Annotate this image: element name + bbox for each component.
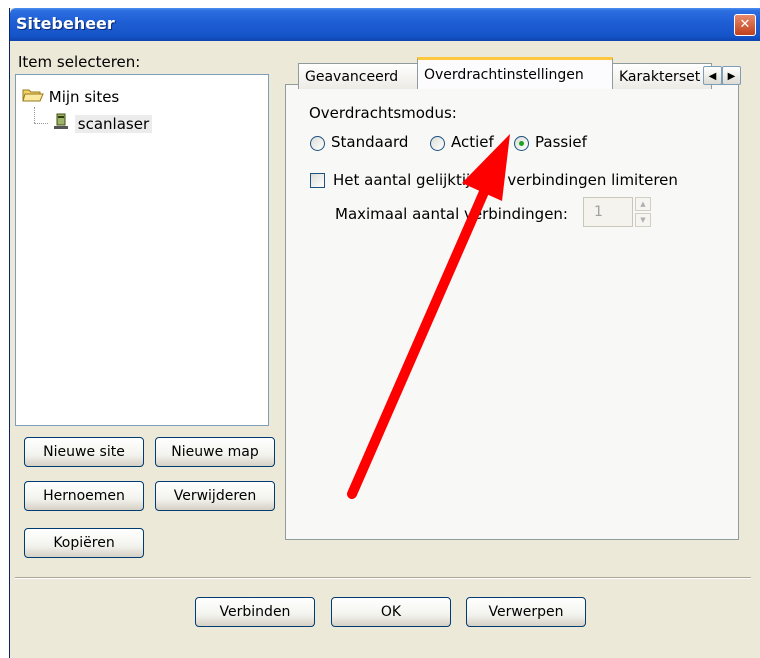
tab-transfer-settings[interactable]: Overdrachtinstellingen: [417, 57, 613, 89]
annotation-arrow-head: [462, 134, 510, 201]
annotation-arrow-overlay: [347, 134, 510, 499]
annotation-arrow-shaft: [347, 187, 489, 499]
